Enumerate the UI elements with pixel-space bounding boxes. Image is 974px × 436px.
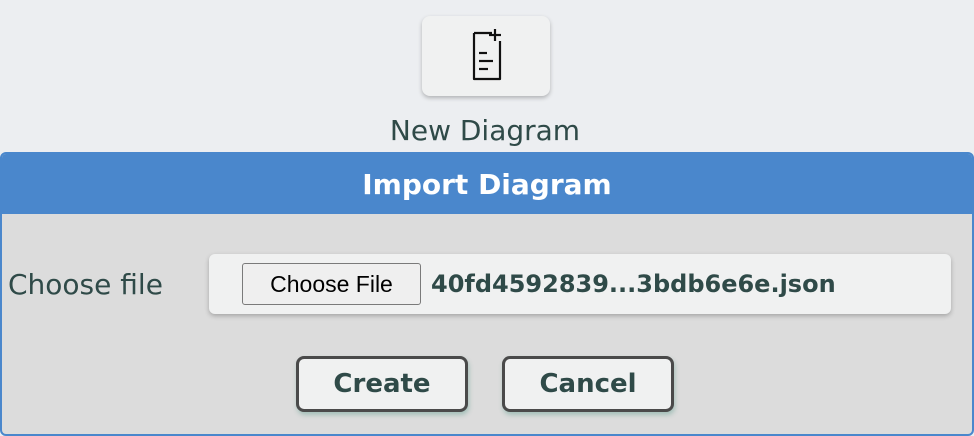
new-document-icon bbox=[472, 29, 502, 81]
app-stage: New Diagram Import Diagram Choose file C… bbox=[0, 0, 974, 436]
create-button[interactable]: Create bbox=[296, 356, 468, 412]
new-diagram-label: New Diagram bbox=[389, 114, 581, 147]
choose-file-label: Choose file bbox=[8, 268, 163, 301]
new-diagram-button[interactable] bbox=[422, 16, 550, 96]
dialog-title: Import Diagram bbox=[2, 154, 972, 214]
import-diagram-dialog: Import Diagram Choose file Choose File 4… bbox=[0, 152, 974, 436]
file-input[interactable]: Choose File 40fd4592839...3bdb6e6e.json bbox=[209, 254, 951, 314]
cancel-button[interactable]: Cancel bbox=[502, 356, 674, 412]
selected-file-name: 40fd4592839...3bdb6e6e.json bbox=[431, 270, 836, 298]
choose-file-button[interactable]: Choose File bbox=[242, 263, 421, 305]
